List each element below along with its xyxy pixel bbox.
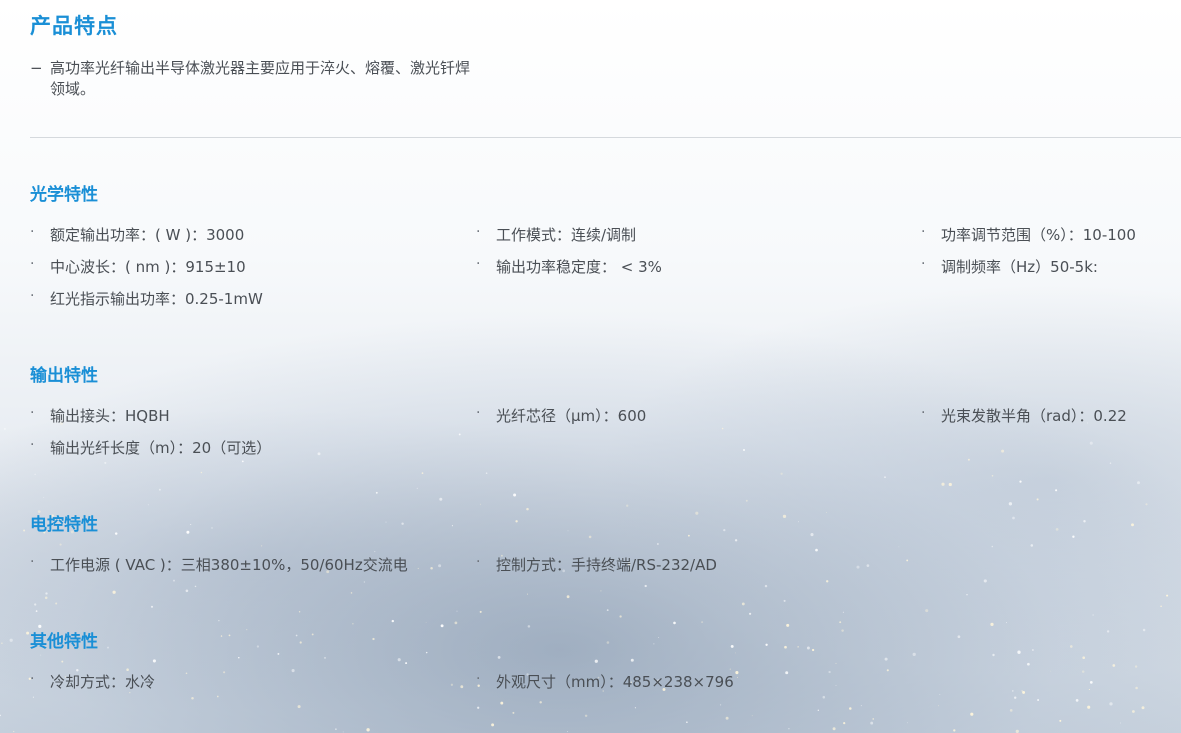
spec-item-fiber-length: · 输出光纤长度（m）：20（可选） xyxy=(30,437,272,458)
dash-marker: − xyxy=(30,59,43,77)
spec-text: 中心波长：( nm )：915±10 xyxy=(50,258,246,276)
spec-item-power-range: · 功率调节范围（%）：10-100 xyxy=(921,224,1136,245)
earth-night-background xyxy=(0,0,1181,733)
spec-item-red-light-power: · 红光指示输出功率：0.25-1mW xyxy=(30,288,263,309)
spec-item-divergence: · 光束发散半角（rad）：0.22 xyxy=(921,405,1127,426)
bullet: · xyxy=(921,256,926,272)
bullet: · xyxy=(476,256,481,272)
section-title-other: 其他特性 xyxy=(30,632,98,652)
bullet: · xyxy=(30,224,35,240)
spec-text: 输出接头：HQBH xyxy=(50,407,170,425)
spec-text: 调制频率（Hz）50-5k: xyxy=(941,258,1098,276)
bullet: · xyxy=(921,405,926,421)
bullet: · xyxy=(476,224,481,240)
spec-item-rated-power: · 额定输出功率：( W )：3000 xyxy=(30,224,245,245)
spec-item-power-supply: · 工作电源 ( VAC )：三相380±10%，50/60Hz交流电 xyxy=(30,554,408,575)
spec-item-modulation-frequency: · 调制频率（Hz）50-5k: xyxy=(921,256,1098,277)
spec-item-power-stability: · 输出功率稳定度： < 3% xyxy=(476,256,662,277)
bullet: · xyxy=(30,554,35,570)
spec-text: 光束发散半角（rad）：0.22 xyxy=(941,407,1127,425)
spec-text: 输出光纤长度（m）：20（可选） xyxy=(50,439,272,457)
section-title-electrical: 电控特性 xyxy=(30,515,98,535)
intro-paragraph: − 高功率光纤输出半导体激光器主要应用于淬火、熔覆、激光钎焊领域。 xyxy=(30,58,480,100)
spec-text: 光纤芯径（μm）：600 xyxy=(496,407,647,425)
spec-item-cooling: · 冷却方式：水冷 xyxy=(30,671,156,692)
section-title-optical: 光学特性 xyxy=(30,185,98,205)
spec-text: 额定输出功率：( W )：3000 xyxy=(50,226,245,244)
bullet: · xyxy=(30,405,35,421)
intro-text: 高功率光纤输出半导体激光器主要应用于淬火、熔覆、激光钎焊领域。 xyxy=(50,59,471,98)
spec-item-control-mode: · 控制方式：手持终端/RS-232/AD xyxy=(476,554,717,575)
spec-item-work-mode: · 工作模式：连续/调制 xyxy=(476,224,637,245)
bullet: · xyxy=(921,224,926,240)
bullet: · xyxy=(30,437,35,453)
spec-text: 红光指示输出功率：0.25-1mW xyxy=(50,290,263,308)
bullet: · xyxy=(30,288,35,304)
spec-text: 工作模式：连续/调制 xyxy=(496,226,637,244)
bullet: · xyxy=(476,554,481,570)
spec-text: 冷却方式：水冷 xyxy=(50,673,156,691)
page-title: 产品特点 xyxy=(30,14,118,38)
spec-text: 工作电源 ( VAC )：三相380±10%，50/60Hz交流电 xyxy=(50,556,408,574)
spec-text: 功率调节范围（%）：10-100 xyxy=(941,226,1136,244)
section-divider xyxy=(30,137,1181,138)
bullet: · xyxy=(476,405,481,421)
spec-text: 输出功率稳定度： < 3% xyxy=(496,258,662,276)
bullet: · xyxy=(476,671,481,687)
bullet: · xyxy=(30,671,35,687)
section-title-output: 输出特性 xyxy=(30,366,98,386)
bullet: · xyxy=(30,256,35,272)
spec-text: 控制方式：手持终端/RS-232/AD xyxy=(496,556,717,574)
spec-item-dimensions: · 外观尺寸（mm）：485×238×796 xyxy=(476,671,734,692)
spec-item-output-connector: · 输出接头：HQBH xyxy=(30,405,170,426)
spec-item-wavelength: · 中心波长：( nm )：915±10 xyxy=(30,256,246,277)
spec-text: 外观尺寸（mm）：485×238×796 xyxy=(496,673,734,691)
spec-item-fiber-core: · 光纤芯径（μm）：600 xyxy=(476,405,647,426)
